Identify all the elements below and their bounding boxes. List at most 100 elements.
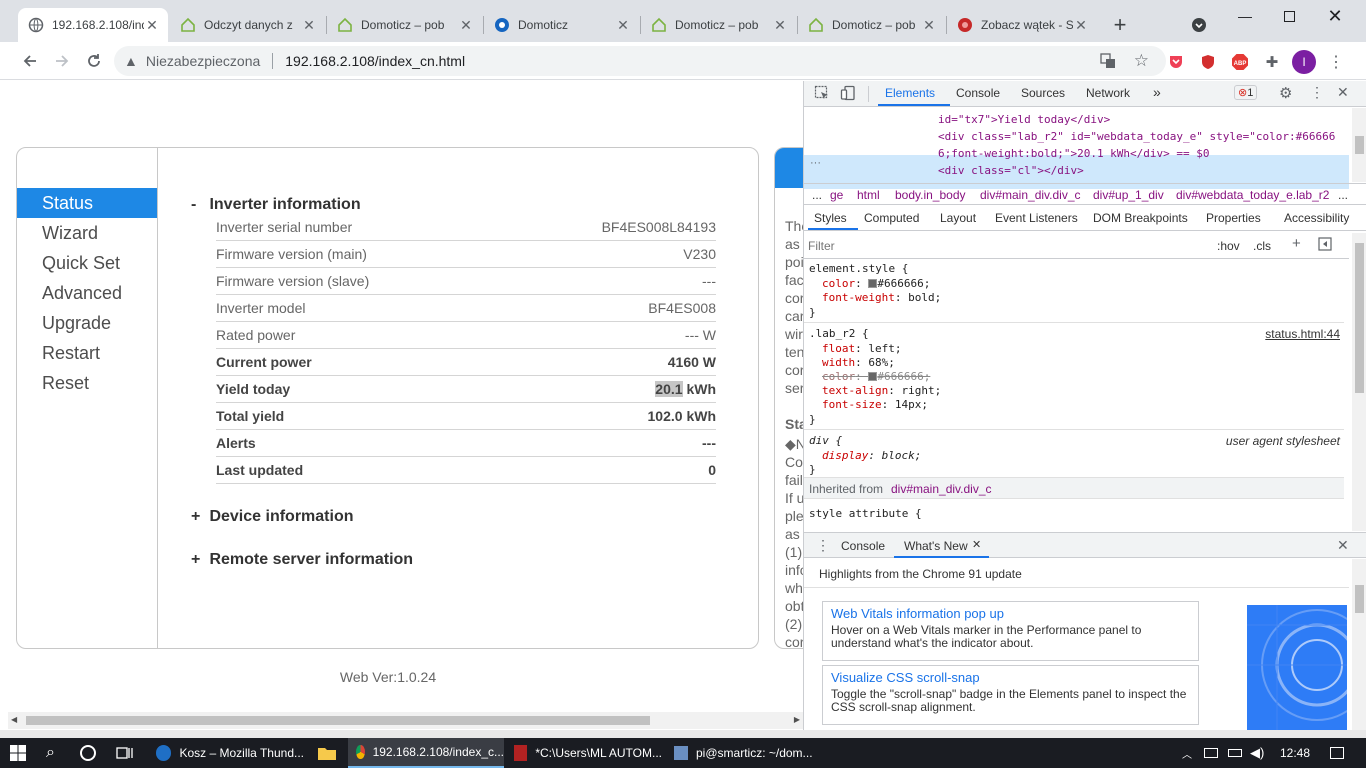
add-rule-icon[interactable]: + (1292, 235, 1301, 252)
tab-3[interactable]: Domoticz ✕ (484, 8, 639, 42)
drawer-menu-icon[interactable]: ⋮ (816, 537, 830, 554)
breadcrumb-item[interactable]: html (857, 188, 880, 202)
search-icon[interactable]: ⌕ (46, 738, 55, 768)
breadcrumb-item[interactable]: body.in_body (895, 188, 966, 202)
warning-icon[interactable]: ▲ (124, 53, 138, 69)
tab-1[interactable]: Odczyt danych z ✕ (170, 8, 325, 42)
tab-network[interactable]: Network (1086, 86, 1130, 100)
inherited-node-link[interactable]: div#main_div.div_c (891, 482, 992, 496)
scrollbar-thumb[interactable] (1355, 243, 1364, 393)
cls-toggle[interactable]: .cls (1253, 239, 1271, 253)
more-tabs-button[interactable]: » (1153, 84, 1161, 100)
gear-icon[interactable]: ⚙ (1279, 84, 1292, 102)
styles-filter-input[interactable] (808, 236, 1198, 256)
subtab-computed[interactable]: Computed (864, 211, 919, 225)
breadcrumb-item[interactable]: div#main_div.div_c (980, 188, 1081, 202)
new-tab-button[interactable]: + (1104, 8, 1136, 42)
card-title[interactable]: Visualize CSS scroll-snap (831, 670, 1190, 685)
horizontal-scrollbar[interactable]: ◀ ▶ (8, 712, 803, 729)
url-text[interactable]: 192.168.2.108/index_cn.html (285, 53, 465, 69)
menu-item-restart[interactable]: Restart (17, 338, 157, 368)
subtab-dom-breakpoints[interactable]: DOM Breakpoints (1093, 211, 1188, 225)
device-toolbar-icon[interactable] (840, 85, 856, 104)
dom-line-selected-cont[interactable]: 6;font-weight:bold;">20.1 kWh</div> == $… (938, 147, 1210, 160)
menu-item-status[interactable]: Status (17, 188, 157, 218)
volume-icon[interactable]: ◀) (1250, 738, 1264, 768)
close-drawer-icon[interactable]: ✕ (1337, 537, 1349, 554)
breadcrumb-item-selected[interactable]: div#webdata_today_e.lab_r2 (1176, 188, 1329, 202)
minimize-button[interactable]: — (1222, 0, 1268, 32)
breadcrumb-item[interactable]: ge (830, 188, 843, 202)
tab-5[interactable]: Domoticz – pob ✕ (798, 8, 945, 42)
notifications-icon[interactable] (1330, 738, 1344, 768)
style-declaration[interactable]: text-align: right; (822, 384, 941, 397)
dom-scrollbar[interactable] (1352, 108, 1366, 182)
rule-selector[interactable]: style attribute { (809, 507, 922, 520)
taskbar-file-explorer[interactable] (312, 738, 342, 768)
close-icon[interactable]: ✕ (615, 17, 631, 34)
forward-button[interactable] (48, 47, 76, 75)
battery-icon[interactable] (1228, 738, 1242, 768)
maximize-button[interactable] (1266, 0, 1312, 32)
menu-item-reset[interactable]: Reset (17, 368, 157, 398)
tab-6[interactable]: Zobacz wątek - S ✕ (947, 8, 1097, 42)
dom-line-selected[interactable]: <div class="lab_r2" id="webdata_today_e"… (938, 130, 1335, 143)
inspect-icon[interactable] (814, 85, 830, 104)
close-icon[interactable]: ✕ (772, 17, 788, 34)
back-button[interactable] (16, 47, 44, 75)
rule-selector[interactable]: element.style { (809, 262, 908, 275)
tab-sources[interactable]: Sources (1021, 86, 1065, 100)
device-info-toggle[interactable]: + Device information (191, 508, 353, 526)
close-icon[interactable]: ✕ (144, 17, 160, 34)
tab-2[interactable]: Domoticz – pob ✕ (327, 8, 482, 42)
more-vert-icon[interactable]: ⋮ (1326, 52, 1346, 72)
style-declaration[interactable]: font-size: 14px; (822, 398, 928, 411)
dom-line[interactable]: id="tx7">Yield today</div> (938, 113, 1110, 126)
close-icon[interactable]: ✕ (1073, 17, 1089, 34)
remote-server-info-toggle[interactable]: + Remote server information (191, 551, 413, 569)
adblock-plus-icon[interactable]: ABP (1230, 52, 1250, 72)
drawer-tab-console[interactable]: Console (841, 539, 885, 553)
whats-new-card[interactable]: Visualize CSS scroll-snap Toggle the "sc… (822, 665, 1199, 725)
scrollbar-thumb[interactable] (1355, 585, 1364, 613)
whats-new-card[interactable]: Web Vitals information pop up Hover on a… (822, 601, 1199, 661)
breadcrumb-item[interactable]: div#up_1_div (1093, 188, 1164, 202)
scrollbar-thumb[interactable] (26, 716, 650, 725)
style-declaration[interactable]: font-weight: bold; (822, 291, 941, 304)
start-button[interactable] (10, 738, 26, 768)
drawer-tab-whats-new[interactable]: What's New (904, 539, 968, 553)
dom-line[interactable]: <div class="cl"></div> (938, 164, 1084, 177)
reload-button[interactable] (80, 47, 108, 75)
menu-item-advanced[interactable]: Advanced (17, 278, 157, 308)
taskbar-thunderbird[interactable]: Kosz – Mozilla Thund... (148, 738, 304, 768)
star-icon[interactable]: ☆ (1134, 51, 1149, 71)
taskbar-chrome[interactable]: 192.168.2.108/index_c... (348, 738, 504, 768)
subtab-layout[interactable]: Layout (940, 211, 976, 225)
close-icon[interactable]: ✕ (921, 17, 937, 34)
style-declaration[interactable]: float: left; (822, 342, 902, 355)
tab-0[interactable]: 192.168.2.108/index_cn.html ✕ (18, 8, 168, 42)
cortana-icon[interactable] (80, 738, 96, 768)
breadcrumb-overflow[interactable]: ... (812, 188, 822, 202)
pocket-extension-icon[interactable] (1166, 52, 1186, 72)
breadcrumb-overflow[interactable]: ... (1338, 188, 1348, 202)
close-icon[interactable]: ✕ (301, 17, 317, 34)
close-window-button[interactable]: ✕ (1312, 0, 1358, 32)
style-declaration-overridden[interactable]: color: #666666; (822, 370, 930, 383)
styles-scrollbar[interactable] (1352, 233, 1366, 531)
toggle-sidebar-icon[interactable] (1318, 237, 1332, 254)
close-icon[interactable]: ✕ (972, 538, 981, 551)
task-view-icon[interactable] (116, 738, 134, 768)
network-icon[interactable] (1204, 738, 1218, 768)
subtab-event-listeners[interactable]: Event Listeners (995, 211, 1078, 225)
tab-elements[interactable]: Elements (885, 86, 935, 100)
shield-extension-icon[interactable] (1198, 52, 1218, 72)
scroll-left-icon[interactable]: ◀ (11, 715, 17, 724)
menu-item-wizard[interactable]: Wizard (17, 218, 157, 248)
chevron-up-icon[interactable]: ︿ (1182, 738, 1192, 768)
inverter-info-toggle[interactable]: - Inverter information (191, 196, 361, 214)
menu-item-quick-set[interactable]: Quick Set (17, 248, 157, 278)
close-icon[interactable]: ✕ (458, 17, 474, 34)
whats-new-scrollbar[interactable] (1352, 559, 1366, 730)
tab-console[interactable]: Console (956, 86, 1000, 100)
